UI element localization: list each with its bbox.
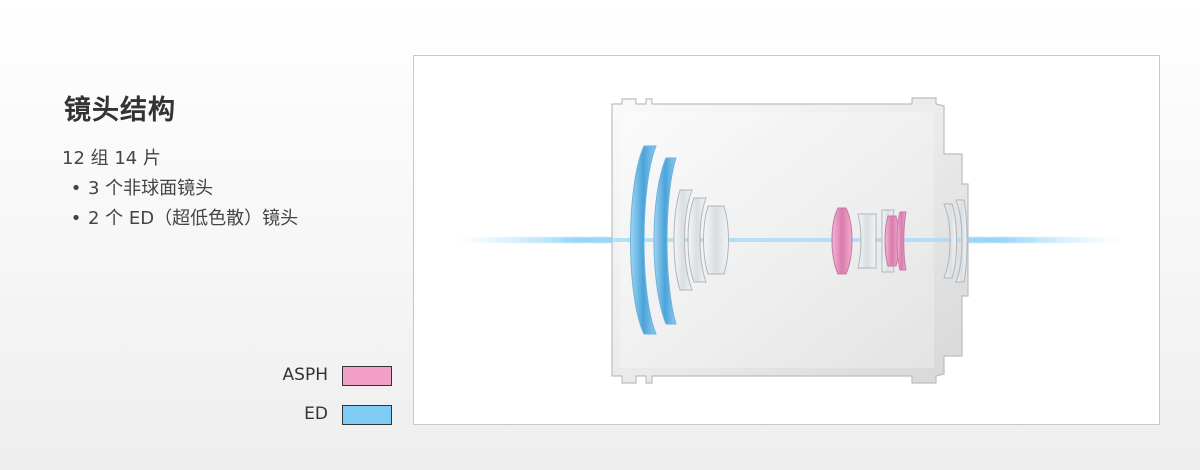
- spec-item-aspherical: • 3 个非球面镜头: [62, 174, 298, 204]
- bullet-icon: •: [70, 178, 82, 199]
- lens-element-glass-4: [857, 213, 877, 269]
- spec-item-ed: • 2 个 ED（超低色散）镜头: [62, 204, 298, 234]
- legend-item-asph: ASPH: [240, 364, 400, 388]
- legend-label: ASPH: [282, 365, 328, 385]
- legend-swatch-ed: [342, 405, 392, 425]
- lens-element-glass-3: [703, 205, 729, 275]
- legend-label: ED: [304, 404, 328, 424]
- lens-element-asph-1: [831, 207, 853, 275]
- bullet-icon: •: [70, 208, 82, 229]
- lens-construction-diagram: [413, 55, 1160, 425]
- section-title: 镜头结构: [64, 95, 176, 126]
- groups-elements-text: 12 组 14 片: [62, 148, 161, 169]
- legend-item-ed: ED: [240, 403, 400, 427]
- lens-cross-section: [454, 97, 1124, 384]
- spec-item-label: 3 个非球面镜头: [88, 178, 214, 199]
- legend-swatch-asph: [342, 366, 392, 386]
- lens-specs: 12 组 14 片 • 3 个非球面镜头 • 2 个 ED（超低色散）镜头: [62, 144, 298, 234]
- spec-item-label: 2 个 ED（超低色散）镜头: [88, 208, 299, 229]
